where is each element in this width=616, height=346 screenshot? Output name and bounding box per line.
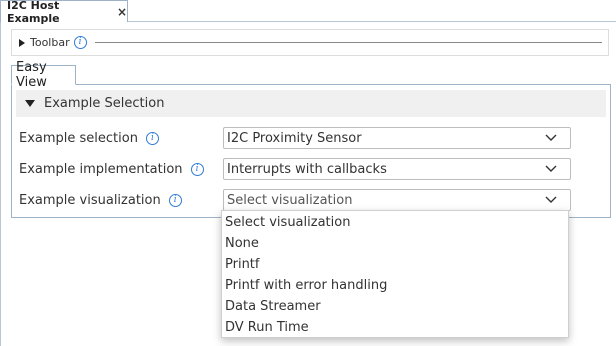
field-label: Example visualization: [19, 192, 161, 208]
tab-easy-view-label: Easy View: [16, 60, 47, 90]
field-label: Example implementation: [19, 161, 183, 177]
example-implementation-dropdown[interactable]: Interrupts with callbacks: [223, 158, 571, 180]
easy-view-panel: Example Selection Example selection i I2…: [11, 84, 611, 218]
example-selection-header[interactable]: Example Selection: [16, 90, 606, 117]
example-selection-dropdown[interactable]: I2C Proximity Sensor: [223, 127, 571, 149]
select-value: Select visualization: [227, 192, 353, 208]
chevron-down-icon: [545, 134, 557, 141]
chevron-down-icon: [545, 196, 557, 203]
editor-tab-label: I2C Host Example: [7, 0, 60, 25]
field-label: Example selection: [19, 130, 138, 146]
expand-triangle-icon[interactable]: [19, 38, 25, 47]
example-visualization-row: Example visualization i Select visualiza…: [19, 189, 609, 211]
editor-tab-bar: I2C Host Example ×: [0, 0, 616, 25]
section-title: Example Selection: [44, 96, 165, 111]
select-value: I2C Proximity Sensor: [227, 130, 362, 146]
close-icon[interactable]: ×: [117, 5, 127, 19]
info-icon[interactable]: i: [190, 162, 204, 176]
info-icon[interactable]: i: [73, 36, 87, 49]
example-visualization-dropdown[interactable]: Select visualization: [223, 189, 571, 211]
select-value: Interrupts with callbacks: [227, 161, 387, 177]
toolbar-label: Toolbar: [30, 36, 70, 49]
tab-easy-view[interactable]: Easy View: [11, 60, 76, 90]
example-selection-row: Example selection i I2C Proximity Sensor: [19, 127, 609, 149]
chevron-down-icon: [545, 165, 557, 172]
collapse-triangle-icon[interactable]: [25, 100, 35, 107]
dropdown-option[interactable]: DV Run Time: [222, 317, 568, 338]
editor-tab-i2c-host-example[interactable]: I2C Host Example ×: [0, 0, 128, 25]
example-implementation-row: Example implementation i Interrupts with…: [19, 158, 609, 180]
toolbar-divider: [94, 42, 602, 43]
dropdown-option[interactable]: Select visualization: [222, 212, 568, 233]
dropdown-option[interactable]: None: [222, 233, 568, 254]
dropdown-option[interactable]: Data Streamer: [222, 296, 568, 317]
toolbar-section[interactable]: Toolbar i: [11, 29, 609, 56]
info-icon[interactable]: i: [145, 131, 159, 145]
visualization-options-list: Select visualization None Printf Printf …: [221, 210, 569, 338]
dropdown-option[interactable]: Printf: [222, 254, 568, 275]
info-icon[interactable]: i: [168, 193, 182, 207]
dropdown-option[interactable]: Printf with error handling: [222, 275, 568, 296]
